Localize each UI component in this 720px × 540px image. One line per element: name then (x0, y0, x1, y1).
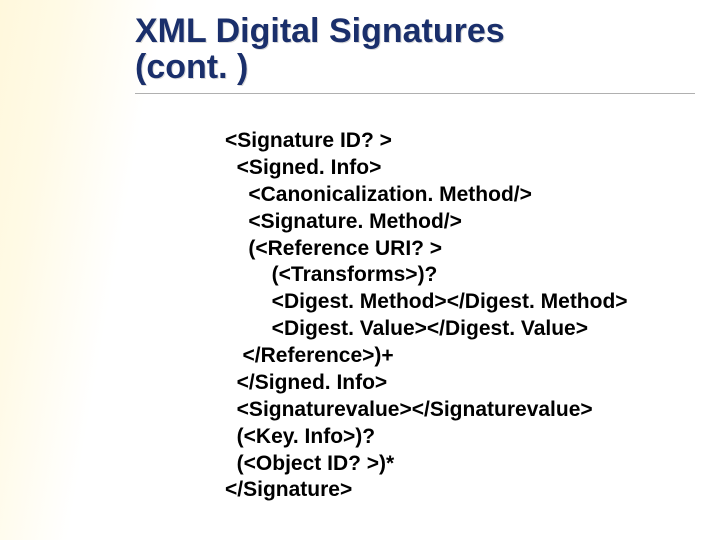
code-line: <Canonicalization. Method/> (225, 182, 695, 209)
code-line: <Signature ID? > (225, 128, 695, 155)
code-line: (<Key. Info>)? (225, 424, 695, 451)
code-line: (<Reference URI? > (225, 236, 695, 263)
code-line: </Signature> (225, 477, 695, 504)
title-underline (135, 93, 695, 94)
slide: XML Digital Signatures (cont. ) <Signatu… (0, 0, 720, 540)
body-block: <Signature ID? > <Signed. Info> <Canonic… (225, 128, 695, 504)
title-line-2: (cont. ) (135, 48, 248, 86)
code-line: </Reference>)+ (225, 343, 695, 370)
title-line-1: XML Digital Signatures (135, 12, 505, 50)
code-line: <Signature. Method/> (225, 209, 695, 236)
code-line: </Signed. Info> (225, 370, 695, 397)
code-line: (<Transforms>)? (225, 262, 695, 289)
title-block: XML Digital Signatures (cont. ) (135, 14, 695, 94)
page-title: XML Digital Signatures (cont. ) (135, 14, 695, 85)
code-line: (<Object ID? >)* (225, 451, 695, 478)
code-line: <Signaturevalue></Signaturevalue> (225, 397, 695, 424)
code-line: <Digest. Method></Digest. Method> (225, 289, 695, 316)
code-line: <Signed. Info> (225, 155, 695, 182)
code-line: <Digest. Value></Digest. Value> (225, 316, 695, 343)
